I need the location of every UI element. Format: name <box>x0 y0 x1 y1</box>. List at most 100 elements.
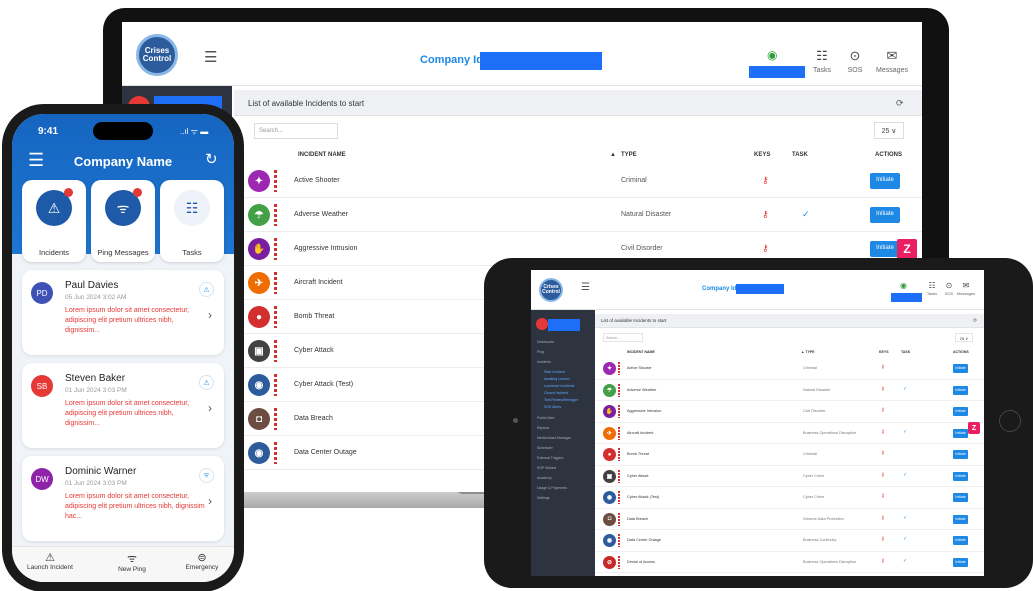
sidebar-item[interactable]: Media Asset Manager <box>537 436 571 440</box>
tablet-screen: Crises Control ☰ Company Id: ◉ ☷ Tasks ⊙ S… <box>531 270 984 576</box>
initiate-button[interactable]: Initiate <box>953 385 968 395</box>
sort-icon[interactable]: ▲ <box>610 152 616 158</box>
table-row: ⊘ Denial of Access Business Operations Dis… <box>595 552 984 573</box>
nav-icon: ⚠ <box>45 552 55 564</box>
sidebar-subitem[interactable]: Start Incident <box>544 370 565 374</box>
sidebar-item[interactable]: Academy <box>537 476 552 480</box>
sidebar-item[interactable]: External Triggers <box>537 456 563 460</box>
chevron-right-icon[interactable]: › <box>208 494 212 508</box>
message-card[interactable]: PD Paul Davies 05 Jun 2024 3:02 AM Lorem ip… <box>22 270 224 355</box>
sidebar-item[interactable]: Reports <box>537 426 549 430</box>
sidebar-item[interactable]: Incidents <box>537 360 551 364</box>
message-card[interactable]: SB Steven Baker 01 Jun 2024 3:03 PM Lorem i… <box>22 363 224 448</box>
sidebar-subitem[interactable]: SOS Alerts <box>544 405 561 409</box>
z-chat-icon[interactable]: Z <box>968 422 980 434</box>
status-time: 9:41 <box>38 126 59 137</box>
messages-button[interactable]: ✉ Messages <box>955 281 977 296</box>
messages-button[interactable]: ✉ Messages <box>872 48 912 74</box>
severity-bar <box>618 383 620 397</box>
incident-type: Business Operations Disruption <box>803 559 857 564</box>
chevron-right-icon[interactable]: › <box>208 308 212 322</box>
message-date: 05 Jun 2024 3:02 AM <box>65 294 127 301</box>
initiate-button[interactable]: Initiate <box>953 514 968 524</box>
menu-icon[interactable]: ☰ <box>581 282 590 293</box>
severity-bar <box>618 555 620 569</box>
nav-new-ping[interactable]: ᯤ New Ping <box>102 551 162 573</box>
message-type-icon: ⚠ <box>199 282 214 297</box>
initiate-button[interactable]: Initiate <box>870 241 900 257</box>
search-input[interactable]: Search... <box>603 333 643 342</box>
sidebar-item[interactable]: Scheduler <box>537 446 553 450</box>
sidebar-item[interactable]: Public Alert <box>537 416 555 420</box>
notification-badge <box>64 188 73 197</box>
initiate-button[interactable]: Initiate <box>870 173 900 189</box>
incident-name: Bomb Threat <box>627 452 649 456</box>
company-id-label: Company Id: <box>702 286 739 292</box>
sidebar-subitem[interactable]: Closed Incident <box>544 391 568 395</box>
incident-name: Aggressive Intrusion <box>294 245 358 252</box>
initiate-button[interactable]: Initiate <box>953 428 968 438</box>
refresh-icon[interactable]: ⟳ <box>896 98 904 109</box>
column-header-type[interactable]: ▲ TYPE <box>801 350 815 354</box>
initiate-button[interactable]: Initiate <box>953 536 968 545</box>
key-icon: ⚷ <box>881 536 885 542</box>
page-size-select[interactable]: 25 ∨ <box>874 122 904 139</box>
search-input[interactable]: Search... <box>254 123 338 139</box>
sidebar-item[interactable]: Settings <box>537 496 550 500</box>
app-logo[interactable]: Crises Control <box>539 278 563 302</box>
column-header-name[interactable]: INCIDENT NAME <box>298 152 346 158</box>
sender-name: Dominic Warner <box>65 466 137 477</box>
incident-name: Data Center Outage <box>627 538 661 542</box>
column-header-task: TASK <box>792 152 808 158</box>
key-icon: ⚷ <box>881 450 885 456</box>
key-icon: ⚷ <box>881 557 885 564</box>
incident-type: Criminal <box>621 177 647 184</box>
table-row: ☂ Adverse Weather Natural Disaster ⚷ ✓ Initia… <box>595 380 984 401</box>
user-icon[interactable]: ◉ <box>900 281 907 290</box>
severity-bar <box>618 491 620 504</box>
chevron-right-icon[interactable]: › <box>208 401 212 415</box>
check-icon: ✓ <box>903 471 908 478</box>
message-date: 01 Jun 2024 3:03 PM <box>65 480 127 487</box>
initiate-button[interactable]: Initiate <box>953 557 968 567</box>
nav-launch-incident[interactable]: ⚠ Launch Incident <box>20 551 80 571</box>
column-header-task: TASK <box>901 350 911 354</box>
severity-bar <box>618 469 620 483</box>
sidebar-subitem[interactable]: Test Review/Retrigger <box>544 398 578 402</box>
initiate-button[interactable]: Initiate <box>953 493 968 502</box>
sidebar-item[interactable]: Ping <box>537 350 544 354</box>
sidebar-item[interactable]: Usage & Payments <box>537 486 567 490</box>
column-header-type[interactable]: TYPE <box>621 152 637 158</box>
refresh-icon[interactable]: ⟳ <box>973 318 977 324</box>
user-icon[interactable]: ◉ <box>767 48 777 62</box>
sidebar-subitem[interactable]: Launched Incidents <box>544 384 574 388</box>
incident-icon: ◘ <box>248 408 270 430</box>
initiate-button[interactable]: Initiate <box>870 207 900 223</box>
severity-bar <box>274 442 277 464</box>
initiate-button[interactable]: Initiate <box>953 364 968 373</box>
page-size-select[interactable]: 25 ∨ <box>955 333 973 342</box>
refresh-icon[interactable]: ↻ <box>205 150 218 168</box>
sidebar-item[interactable]: Dashboard <box>537 340 554 344</box>
column-header-name[interactable]: INCIDENT NAME <box>627 350 655 354</box>
incident-icon: ▣ <box>603 469 616 483</box>
initiate-button[interactable]: Initiate <box>953 471 968 481</box>
incident-name: Data Breach <box>627 516 649 521</box>
sidebar-item[interactable]: SOP Wizard <box>537 466 556 470</box>
incident-name: Denial of Access <box>627 559 656 564</box>
sidebar: Dashboard Ping Incidents Start Incident Awai… <box>531 310 595 576</box>
initiate-button[interactable]: Initiate <box>953 407 968 416</box>
sidebar-subitem[interactable]: Awaiting Launch <box>544 377 570 381</box>
initiate-button[interactable]: Initiate <box>953 450 968 459</box>
menu-icon[interactable]: ☰ <box>204 48 217 66</box>
avatar[interactable] <box>536 318 548 330</box>
nav-icon: ⊜ <box>197 552 207 564</box>
severity-bar <box>274 238 277 260</box>
incident-name: Aircraft Incident <box>627 430 654 435</box>
z-chat-icon[interactable]: Z <box>897 239 917 259</box>
app-logo[interactable]: Crises Control <box>136 34 178 76</box>
nav-emergency[interactable]: ⊜ Emergency <box>172 551 232 571</box>
user-name-redacted <box>891 293 922 302</box>
message-card[interactable]: DW Dominic Warner 01 Jun 2024 3:03 PM Lorem… <box>22 456 224 541</box>
sos-button[interactable]: ⊙ SOS <box>835 48 875 74</box>
